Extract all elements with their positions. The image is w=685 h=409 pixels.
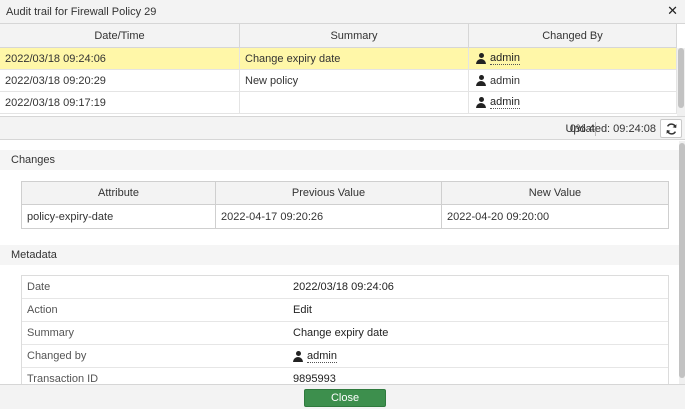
close-icon[interactable]: ✕ — [667, 4, 678, 18]
table-row[interactable]: 2022/03/18 09:17:19 admin — [0, 92, 677, 114]
row-changed-by: admin — [469, 48, 677, 69]
column-header-changed-by[interactable]: Changed By — [469, 24, 677, 47]
changes-table: Attribute Previous Value New Value polic… — [21, 181, 669, 229]
table-row: policy-expiry-date 2022-04-17 09:20:26 2… — [22, 205, 668, 228]
metadata-section-title: Metadata — [11, 249, 57, 261]
metadata-value: Change expiry date — [293, 327, 389, 339]
row-summary — [240, 92, 469, 113]
column-header-summary[interactable]: Summary — [240, 24, 469, 47]
column-header-attribute: Attribute — [22, 182, 216, 204]
change-new-value: 2022-04-20 09:20:00 — [447, 210, 550, 223]
row-summary: New policy — [240, 70, 469, 91]
column-header-new-value: New Value — [528, 187, 582, 199]
metadata-key: Summary — [27, 327, 75, 339]
status-bar: 0% 4 Updated: 09:24:08 — [0, 116, 685, 140]
user-icon — [476, 53, 486, 64]
metadata-table: Date 2022/03/18 09:24:06 Action Edit Sum… — [21, 275, 669, 384]
row-datetime: 2022/03/18 09:17:19 — [0, 92, 240, 113]
dialog-footer: Close — [0, 384, 685, 409]
metadata-section-header: Metadata — [0, 245, 679, 265]
user-icon — [293, 350, 303, 362]
change-attribute: policy-expiry-date — [22, 205, 216, 228]
metadata-value: Edit — [293, 304, 312, 316]
user-icon — [476, 97, 486, 108]
table-row[interactable]: 2022/03/18 09:20:29 New policy admin — [0, 70, 677, 92]
scrollbar-thumb[interactable] — [679, 143, 685, 378]
user-link[interactable]: admin — [307, 350, 337, 363]
scrollbar-thumb[interactable] — [678, 48, 684, 108]
metadata-key: Changed by — [27, 350, 87, 362]
close-button[interactable]: Close — [304, 389, 386, 407]
row-changed-by: admin — [469, 70, 677, 91]
dialog-titlebar: Audit trail for Firewall Policy 29 ✕ — [0, 0, 685, 24]
refresh-icon — [666, 123, 677, 135]
column-header-previous-value: Previous Value — [216, 182, 442, 204]
metadata-value: 9895993 — [293, 373, 336, 384]
user-icon — [476, 75, 486, 86]
dialog-title: Audit trail for Firewall Policy 29 — [6, 6, 157, 18]
metadata-key: Transaction ID — [27, 373, 99, 384]
updated-time: Updated: 09:24:08 — [565, 123, 656, 135]
audit-table-scrollbar[interactable] — [677, 48, 685, 116]
changes-section-header: Changes — [0, 150, 679, 170]
metadata-value: admin — [288, 345, 668, 367]
details-scrollbar[interactable] — [679, 141, 685, 384]
metadata-row-transaction-id: Transaction ID 9895993 — [22, 368, 668, 384]
row-summary: Change expiry date — [240, 48, 469, 69]
metadata-row-changed-by: Changed by admin — [22, 345, 668, 368]
row-datetime: 2022/03/18 09:20:29 — [0, 70, 240, 91]
audit-table-header: Date/Time Summary Changed By — [0, 24, 677, 48]
details-panel: Changes Attribute Previous Value New Val… — [0, 141, 679, 384]
metadata-key: Action — [27, 304, 58, 316]
metadata-value: 2022/03/18 09:24:06 — [293, 281, 394, 293]
user-label: admin — [490, 74, 520, 87]
row-changed-by: admin — [469, 92, 677, 113]
metadata-row-action: Action Edit — [22, 299, 668, 322]
metadata-key: Date — [27, 281, 51, 293]
metadata-row-summary: Summary Change expiry date — [22, 322, 668, 345]
metadata-row-date: Date 2022/03/18 09:24:06 — [22, 276, 668, 299]
changes-section-title: Changes — [11, 154, 56, 166]
row-datetime: 2022/03/18 09:24:06 — [0, 48, 240, 69]
refresh-button[interactable] — [660, 119, 682, 138]
changes-table-header: Attribute Previous Value New Value — [22, 182, 668, 205]
column-header-datetime[interactable]: Date/Time — [0, 24, 240, 47]
user-link[interactable]: admin — [490, 52, 520, 65]
user-link[interactable]: admin — [490, 96, 520, 109]
audit-trail-table: Date/Time Summary Changed By 2022/03/18 … — [0, 24, 677, 114]
change-previous-value: 2022-04-17 09:20:26 — [216, 205, 442, 228]
table-row[interactable]: 2022/03/18 09:24:06 Change expiry date a… — [0, 48, 677, 70]
